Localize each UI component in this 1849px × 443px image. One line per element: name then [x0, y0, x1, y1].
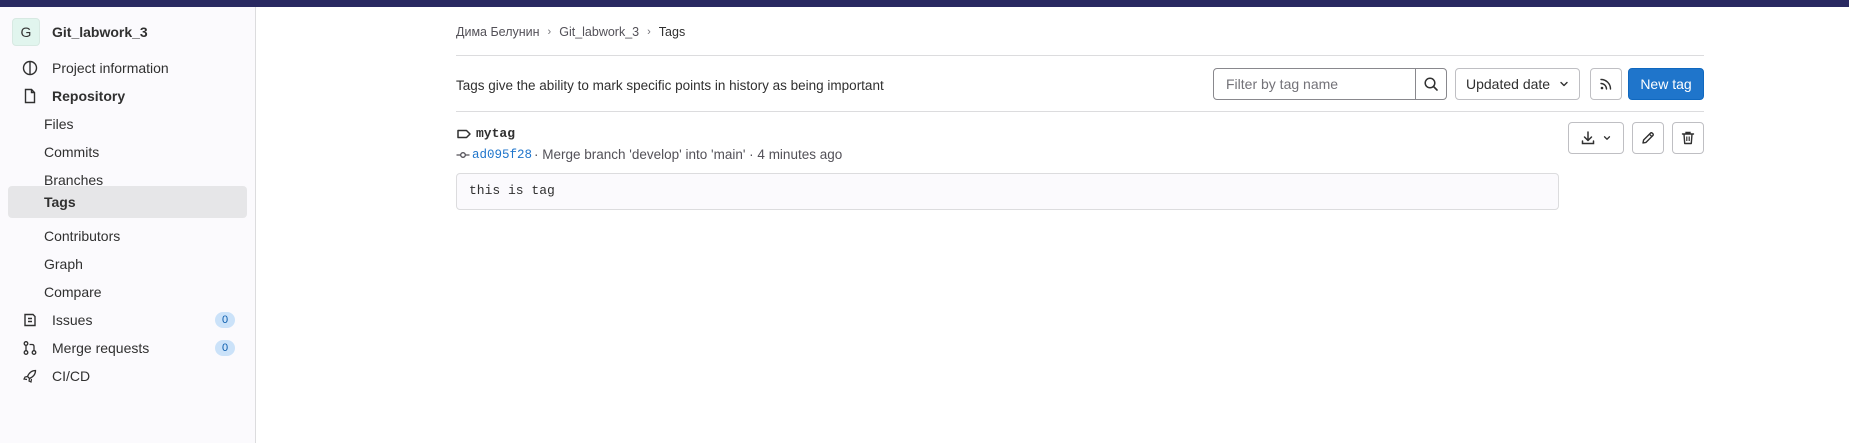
delete-tag-button[interactable] [1672, 122, 1704, 154]
sidebar-item-tags[interactable]: Tags [8, 186, 247, 218]
merge-requests-count-badge: 0 [215, 340, 235, 356]
tag-search-input[interactable] [1213, 68, 1416, 100]
rss-button[interactable] [1590, 68, 1622, 100]
chevron-right-icon: › [647, 26, 651, 38]
sidebar-item-label: CI/CD [52, 368, 91, 384]
sidebar-item-label: Commits [44, 144, 100, 160]
download-dropdown[interactable] [1568, 122, 1624, 154]
info-icon [22, 60, 38, 76]
chevron-down-icon [1558, 78, 1570, 90]
trash-icon [1680, 130, 1696, 146]
tag-message-box: this is tag [456, 173, 1559, 210]
new-tag-button[interactable]: New tag [1628, 68, 1704, 100]
divider [456, 111, 1704, 112]
breadcrumb-current[interactable]: Tags [659, 25, 685, 39]
issues-icon [22, 312, 38, 328]
sidebar: G Git_labwork_3 Project information Repo… [0, 7, 256, 443]
document-icon [22, 88, 38, 104]
search-icon [1423, 76, 1439, 92]
sidebar-item-label: Issues [52, 312, 93, 328]
sidebar-item-ci-cd[interactable]: CI/CD [8, 360, 247, 392]
sidebar-item-label: Repository [52, 88, 126, 104]
pencil-icon [1640, 130, 1656, 146]
tag-name-link[interactable]: mytag [476, 126, 515, 141]
divider [456, 55, 1704, 56]
sidebar-item-label: Project information [52, 60, 169, 76]
merge-request-icon [22, 340, 38, 356]
commit-sha-link[interactable]: ad095f28 [472, 148, 532, 162]
sort-label: Updated date [1466, 76, 1551, 92]
chevron-down-icon [1602, 133, 1612, 143]
sidebar-item-label: Contributors [44, 228, 121, 244]
breadcrumb-project[interactable]: Git_labwork_3 [559, 25, 639, 39]
breadcrumb: Дима Белунин › Git_labwork_3 › Tags [456, 25, 685, 39]
issues-count-badge: 0 [215, 312, 235, 328]
rocket-icon [22, 368, 38, 384]
sidebar-item-label: Merge requests [52, 340, 150, 356]
sidebar-item-label: Tags [44, 194, 76, 210]
tag-commit-row: ad095f28 · Merge branch 'develop' into '… [456, 147, 842, 162]
commit-message: · Merge branch 'develop' into 'main' · 4… [534, 147, 843, 162]
project-name: Git_labwork_3 [52, 24, 148, 40]
project-avatar: G [12, 18, 40, 46]
tags-description: Tags give the ability to mark specific p… [456, 78, 884, 93]
edit-tag-button[interactable] [1632, 122, 1664, 154]
download-icon [1580, 130, 1596, 146]
sidebar-item-label: Graph [44, 256, 83, 272]
top-navbar [0, 0, 1849, 7]
commit-icon [456, 149, 470, 161]
sidebar-item-label: Compare [44, 284, 102, 300]
search-button[interactable] [1415, 68, 1447, 100]
rss-icon [1598, 76, 1614, 92]
tag-icon [456, 128, 472, 140]
chevron-right-icon: › [547, 26, 552, 38]
sidebar-item-label: Files [44, 116, 74, 132]
project-header[interactable]: G Git_labwork_3 [12, 16, 148, 48]
sort-dropdown[interactable]: Updated date [1455, 68, 1580, 100]
breadcrumb-user[interactable]: Дима Белунин [456, 25, 540, 39]
tag-title-row: mytag [456, 126, 515, 141]
